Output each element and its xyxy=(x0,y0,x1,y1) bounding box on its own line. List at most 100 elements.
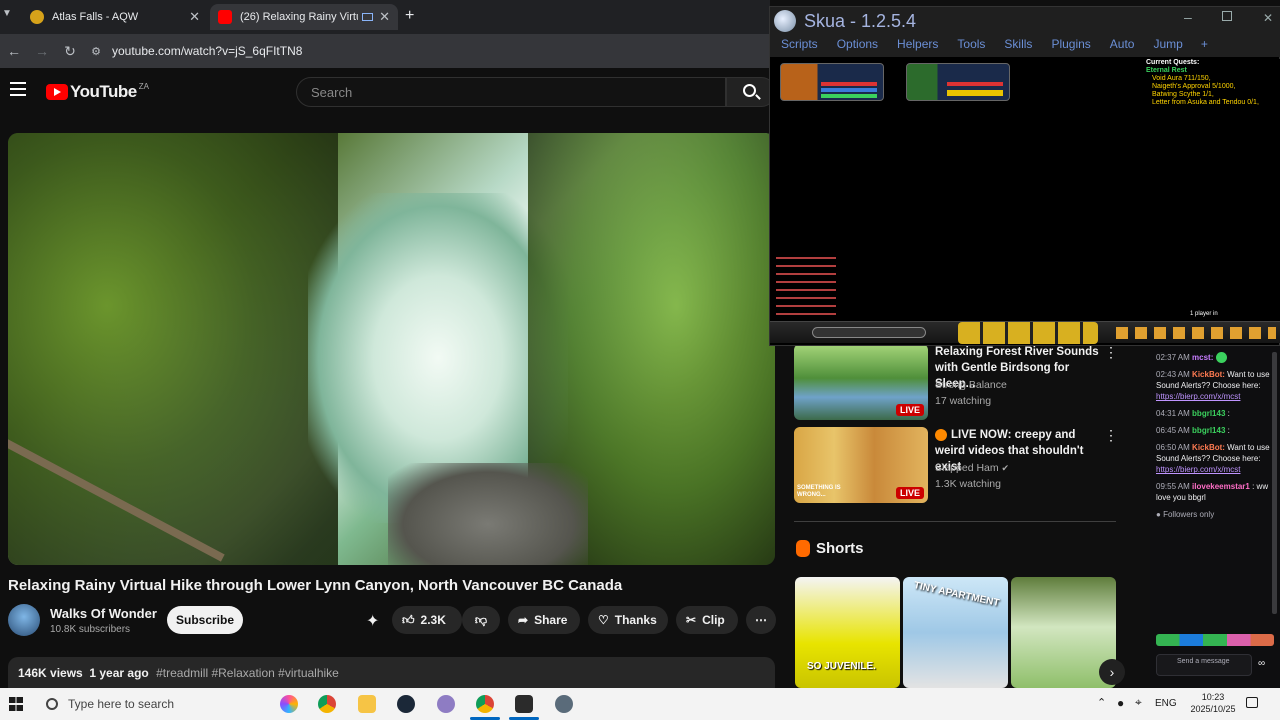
cast-icon xyxy=(362,13,373,21)
quest-tracker: Current Quests: Eternal Rest Void Aura 7… xyxy=(1146,59,1268,107)
thanks-button[interactable]: ♡ Thanks xyxy=(588,606,668,634)
chat-settings-icon[interactable]: ∞ xyxy=(1258,658,1265,669)
browser-tab-bar: ▼ Atlas Falls - AQW ✕ (26) Relaxing Rain… xyxy=(0,0,770,34)
skua-titlebar: Skua - 1.2.5.4 – ✕ xyxy=(770,7,1280,37)
channel-avatar[interactable] xyxy=(8,604,40,636)
skua-icon[interactable] xyxy=(555,695,573,713)
browser-tab-atlas-falls[interactable]: Atlas Falls - AQW ✕ xyxy=(22,4,208,30)
channel-name[interactable]: Walks Of Wonder xyxy=(50,606,157,621)
chat-message: 02:43 AM KickBot: Want to use Sound Aler… xyxy=(1156,370,1270,402)
chrome-icon[interactable] xyxy=(318,695,336,713)
skill-slots[interactable] xyxy=(958,322,1098,344)
short-thumbnail[interactable]: TINY APARTMENT xyxy=(903,577,1008,688)
snipping-tool-icon[interactable] xyxy=(437,695,455,713)
recommendation-channel[interactable]: Strong Balance xyxy=(935,379,1007,391)
youtube-logo[interactable]: YouTube ZA xyxy=(46,82,149,102)
notification-icon[interactable] xyxy=(1246,697,1258,708)
url-field[interactable]: youtube.com/watch?v=jS_6qFItTN8 xyxy=(112,44,302,58)
menu-options[interactable]: Options xyxy=(837,37,878,57)
hype-icon[interactable]: ✦ xyxy=(366,611,386,631)
forward-arrow-icon[interactable]: → xyxy=(28,43,56,59)
chat-scrollbar[interactable] xyxy=(1272,352,1277,614)
maximize-icon[interactable] xyxy=(1222,11,1232,21)
short-thumbnail[interactable]: SO JUVENILE. xyxy=(795,577,900,688)
clock[interactable]: 10:23 2025/10/25 xyxy=(1185,691,1241,715)
lock-icon: ● xyxy=(1156,510,1161,520)
quests-heading: Current Quests: xyxy=(1146,59,1200,66)
close-icon[interactable]: ✕ xyxy=(1263,11,1273,25)
windows-start-icon[interactable] xyxy=(9,697,23,711)
menu-scripts[interactable]: Scripts xyxy=(781,37,818,57)
chrome-active-icon[interactable] xyxy=(476,695,494,713)
kebab-menu-icon[interactable]: ⋮ xyxy=(1104,427,1118,444)
dislike-button[interactable]: 👎︎ xyxy=(462,606,500,634)
chat-user[interactable]: bbgrl143 xyxy=(1192,409,1225,418)
new-tab-plus-icon[interactable]: + xyxy=(405,7,414,25)
site-settings-icon[interactable]: ⚙ xyxy=(84,45,108,58)
hamburger-menu-icon[interactable] xyxy=(10,82,26,96)
clock-time: 10:23 xyxy=(1201,692,1225,702)
language-indicator[interactable]: ENG xyxy=(1155,698,1177,709)
short-caption: SO JUVENILE. xyxy=(807,661,876,672)
game-viewport[interactable]: Current Quests: Eternal Rest Void Aura 7… xyxy=(770,59,1280,329)
reload-icon[interactable]: ↻ xyxy=(56,43,84,60)
file-explorer-icon[interactable] xyxy=(358,695,376,713)
aqw-icon[interactable] xyxy=(515,695,533,713)
share-button[interactable]: ➦ Share xyxy=(508,606,580,634)
menu-tools[interactable]: Tools xyxy=(957,37,985,57)
recommendation-item[interactable]: LIVE Relaxing Forest River Sounds with G… xyxy=(794,344,1134,422)
chat-user[interactable]: bbgrl143 xyxy=(1192,426,1225,435)
like-button[interactable]: 👍︎ 2.3K xyxy=(392,606,462,634)
chat-link[interactable]: https://bierp.com/x/mcst xyxy=(1156,465,1240,474)
clip-button[interactable]: ✂ Clip xyxy=(676,606,738,634)
menu-skills[interactable]: Skills xyxy=(1004,37,1032,57)
browser-tab-youtube[interactable]: (26) Relaxing Rainy Virtual ✕ xyxy=(210,4,398,30)
chat-link[interactable]: https://bierp.com/x/mcst xyxy=(1156,392,1240,401)
taskbar-search-box[interactable]: Type here to search xyxy=(36,688,270,720)
recommendation-thumbnail[interactable]: LIVE xyxy=(794,344,928,420)
more-actions-button[interactable]: ⋯ xyxy=(746,606,776,634)
back-arrow-icon[interactable]: ← xyxy=(0,43,28,59)
add-plus-icon[interactable]: + xyxy=(1201,37,1208,57)
chevron-up-icon[interactable]: ⌃ xyxy=(1097,696,1106,709)
recommendation-meta: 17 watching xyxy=(935,395,992,407)
thumbs-down-icon: 👎︎ xyxy=(474,612,488,627)
hashtags[interactable]: #treadmill #Relaxation #virtualhike xyxy=(156,666,339,680)
tab-title: Atlas Falls - AQW xyxy=(52,11,139,23)
chat-input-bar[interactable] xyxy=(812,327,926,338)
menu-plugins[interactable]: Plugins xyxy=(1051,37,1090,57)
minimize-icon[interactable]: – xyxy=(1184,9,1192,25)
combat-log xyxy=(776,257,836,315)
chat-user[interactable]: ilovekeemstar1 xyxy=(1192,482,1250,491)
menu-auto[interactable]: Auto xyxy=(1110,37,1135,57)
close-tab-icon[interactable]: ✕ xyxy=(379,9,390,25)
tab-list-chevron-icon[interactable]: ▼ xyxy=(0,8,14,19)
scissors-icon: ✂ xyxy=(686,613,697,627)
chat-user[interactable]: KickBot: xyxy=(1192,370,1225,379)
chat-message: 04:31 AM bbgrl143 : xyxy=(1156,409,1230,419)
video-player[interactable] xyxy=(8,133,775,565)
menu-jump[interactable]: Jump xyxy=(1153,37,1182,57)
search-input[interactable]: Search xyxy=(296,77,726,107)
chat-send-input[interactable]: Send a message xyxy=(1156,654,1252,676)
network-icon[interactable]: ⌖ xyxy=(1135,695,1142,710)
chat-time: 02:37 AM xyxy=(1156,353,1190,362)
chat-user[interactable]: mcst: xyxy=(1192,353,1213,362)
subscribe-button[interactable]: Subscribe xyxy=(167,606,243,634)
close-tab-icon[interactable]: ✕ xyxy=(189,9,200,25)
menu-icon-row[interactable] xyxy=(1116,327,1276,339)
shorts-next-chevron-icon[interactable]: › xyxy=(1099,659,1125,685)
recommendation-item[interactable]: SOMETHING IS WRONG... LIVE LIVE NOW: cre… xyxy=(794,427,1134,505)
menu-helpers[interactable]: Helpers xyxy=(897,37,938,57)
steam-icon[interactable] xyxy=(397,695,415,713)
copilot-icon[interactable] xyxy=(280,695,298,713)
windows-taskbar: Type here to search ⌃ ● ⌖ ENG 10:23 2025… xyxy=(0,688,1280,720)
skua-title: Skua - 1.2.5.4 xyxy=(804,11,917,31)
kebab-menu-icon[interactable]: ⋮ xyxy=(1104,344,1118,361)
microphone-icon[interactable]: ● xyxy=(1117,696,1124,710)
recommendation-channel[interactable]: Slapped Ham ✔ xyxy=(935,462,1009,474)
emote-icon xyxy=(1215,352,1227,364)
skua-menu-bar: Scripts Options Helpers Tools Skills Plu… xyxy=(770,37,1280,57)
recommendation-thumbnail[interactable]: SOMETHING IS WRONG... LIVE xyxy=(794,427,928,503)
chat-user[interactable]: KickBot: xyxy=(1192,443,1225,452)
